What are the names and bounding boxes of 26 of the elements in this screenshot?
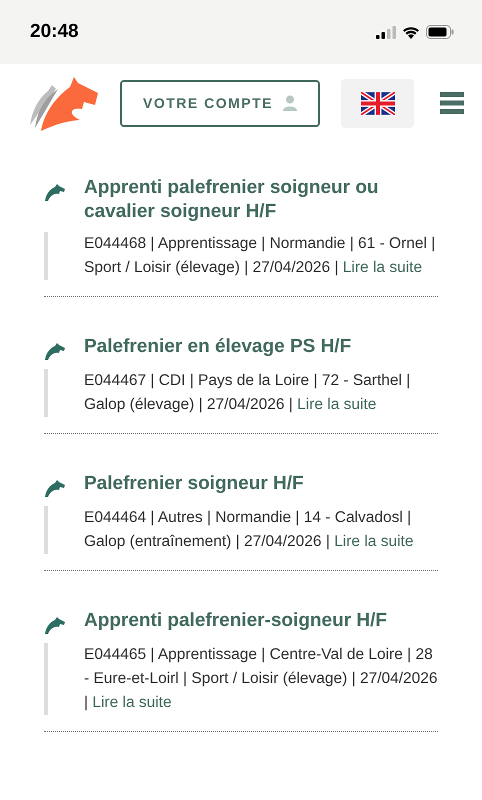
offer-title[interactable]: Palefrenier en élevage PS H/F	[84, 335, 352, 361]
read-more-link[interactable]: Lire la suite	[342, 259, 422, 276]
battery-icon	[426, 25, 454, 39]
horse-head-icon	[44, 615, 66, 635]
horse-logo	[28, 75, 100, 131]
read-more-link[interactable]: Lire la suite	[297, 396, 376, 413]
status-time: 20:48	[30, 20, 79, 44]
menu-icon[interactable]	[440, 92, 464, 114]
read-more-link[interactable]: Lire la suite	[92, 694, 172, 711]
offer-title[interactable]: Apprenti palefrenier soigneur ou cavalier soigneur H/F	[84, 176, 438, 224]
horse-head-icon	[44, 341, 66, 361]
signal-icon	[376, 26, 396, 38]
wifi-icon	[402, 26, 420, 38]
horse-head-icon	[44, 182, 66, 202]
horse-head-icon	[44, 478, 66, 498]
offer-details: E044464 | Autres | Normandie | 14 - Calvadosl | Galop (entraînement) | 27/04/2026 | Lire la suite	[84, 508, 414, 552]
offer-title[interactable]: Apprenti palefrenier-soigneur H/F	[84, 609, 387, 635]
user-icon	[283, 95, 297, 111]
language-button[interactable]	[341, 78, 414, 128]
offer-details: E044468 | Apprentissage | Normandie | 61 - Ornel | Sport / Loisir (élevage) | 27/04/2026 | Lire la suite	[84, 234, 436, 278]
account-button[interactable]: VOTRE COMPTE	[120, 80, 320, 126]
offer-details: E044467 | CDI | Pays de la Loire | 72 - Sarthel | Galop (élevage) | 27/04/2026 | Lire la suite	[84, 371, 412, 415]
read-more-link[interactable]: Lire la suite	[334, 533, 414, 550]
offer-title[interactable]: Palefrenier soigneur H/F	[84, 472, 304, 498]
offer-details: E044465 | Apprentissage | Centre-Val de Loire | 28 - Eure-et-Loirl | Sport / Loisir (élevage) | 27/04/2026 | Lire la suite	[84, 645, 438, 713]
flag-icon	[360, 92, 394, 114]
